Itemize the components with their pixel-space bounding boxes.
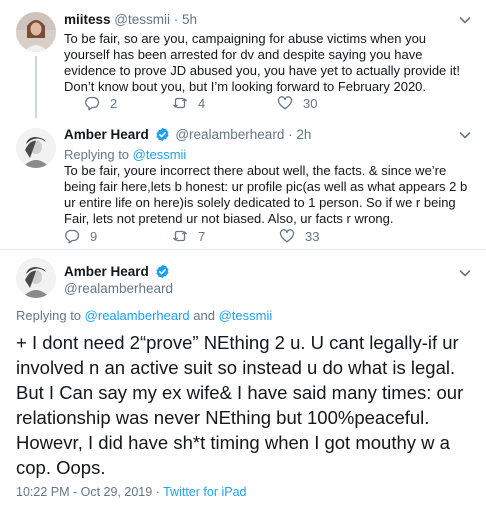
retweet-icon bbox=[173, 230, 187, 242]
avatar-amber-heard[interactable] bbox=[16, 128, 56, 168]
user-handle[interactable]: @realamberheard bbox=[175, 127, 284, 142]
verified-badge-icon bbox=[155, 264, 169, 279]
heart-icon bbox=[277, 96, 293, 110]
like-button[interactable]: 30 bbox=[277, 95, 317, 111]
reply-button[interactable]: 2 bbox=[84, 95, 117, 111]
tweet-meta: 10:22 PM - Oct 29, 2019 · Twitter for iP… bbox=[16, 485, 246, 499]
retweet-button[interactable]: 7 bbox=[172, 228, 205, 244]
reply-icon bbox=[85, 96, 100, 111]
replying-to-label: Replying to bbox=[64, 147, 130, 162]
replying-and: and bbox=[193, 308, 215, 323]
separator-dot: · bbox=[288, 127, 293, 142]
reply-count: 9 bbox=[90, 228, 98, 244]
profile-photo-image bbox=[16, 128, 56, 168]
tweet-header: Amber Heard @realamberheard · 2h bbox=[64, 127, 311, 142]
tweet-source-link[interactable]: Twitter for iPad bbox=[163, 485, 246, 499]
replying-to: Replying to @tessmii bbox=[64, 147, 186, 162]
tweet-actions: 2 4 30 bbox=[64, 95, 424, 113]
mention-link[interactable]: @tessmii bbox=[133, 147, 187, 162]
like-count: 33 bbox=[305, 228, 320, 244]
reply-count: 2 bbox=[110, 95, 118, 111]
tweet-header: Amber Heard bbox=[64, 264, 172, 279]
user-handle[interactable]: @tessmii bbox=[114, 12, 170, 27]
chevron-down-icon[interactable] bbox=[458, 13, 472, 27]
tweet-reply[interactable]: Amber Heard @realamberheard · 2h Replyin… bbox=[0, 118, 486, 250]
retweet-button[interactable]: 4 bbox=[172, 95, 205, 111]
separator-dot: · bbox=[173, 12, 179, 27]
replying-to-label: Replying to bbox=[16, 308, 82, 323]
separator-dot: · bbox=[155, 485, 160, 499]
avatar-miitess[interactable] bbox=[16, 12, 56, 52]
tweet-timestamp[interactable]: 10:22 PM - Oct 29, 2019 bbox=[16, 485, 152, 499]
retweet-count: 7 bbox=[198, 228, 206, 244]
tweet-miitess[interactable]: miitess @tessmii · 5h To be fair, so are… bbox=[0, 0, 486, 122]
tweet-header: miitess @tessmii · 5h bbox=[64, 12, 197, 27]
profile-photo-image bbox=[16, 12, 56, 52]
reply-button[interactable]: 9 bbox=[64, 228, 97, 244]
display-name[interactable]: Amber Heard bbox=[64, 127, 149, 142]
heart-icon bbox=[279, 229, 295, 243]
chevron-down-icon[interactable] bbox=[458, 128, 472, 142]
tweet-text: To be fair, so are you, campaigning for … bbox=[64, 31, 461, 94]
mention-link[interactable]: @tessmii bbox=[219, 308, 273, 323]
like-button[interactable]: 33 bbox=[279, 228, 319, 244]
user-handle-row: @realamberheard bbox=[64, 281, 173, 296]
profile-photo-image bbox=[16, 258, 56, 298]
retweet-icon bbox=[173, 97, 187, 109]
tweet-time[interactable]: 5h bbox=[182, 12, 197, 27]
tweet-main: Amber Heard @realamberheard Replying to … bbox=[0, 250, 486, 518]
tweet-time[interactable]: 2h bbox=[296, 127, 311, 142]
user-handle[interactable]: @realamberheard bbox=[64, 281, 173, 296]
replying-to: Replying to @realamberheard and @tessmii bbox=[16, 308, 272, 323]
tweet-actions: 9 7 33 bbox=[64, 228, 424, 246]
reply-icon bbox=[65, 229, 80, 244]
mention-link[interactable]: @realamberheard bbox=[85, 308, 190, 323]
tweet-text: + I dont need 2“prove” NEthing 2 u. U ca… bbox=[16, 332, 464, 478]
avatar-amber-heard[interactable] bbox=[16, 258, 56, 298]
like-count: 30 bbox=[303, 95, 318, 111]
verified-badge-icon bbox=[155, 127, 169, 142]
display-name[interactable]: Amber Heard bbox=[64, 264, 149, 279]
tweet-text: To be fair, youre incorrect there about … bbox=[64, 163, 468, 226]
retweet-count: 4 bbox=[198, 95, 206, 111]
thread-line bbox=[35, 56, 37, 118]
display-name[interactable]: miitess bbox=[64, 12, 111, 27]
chevron-down-icon[interactable] bbox=[458, 266, 472, 280]
